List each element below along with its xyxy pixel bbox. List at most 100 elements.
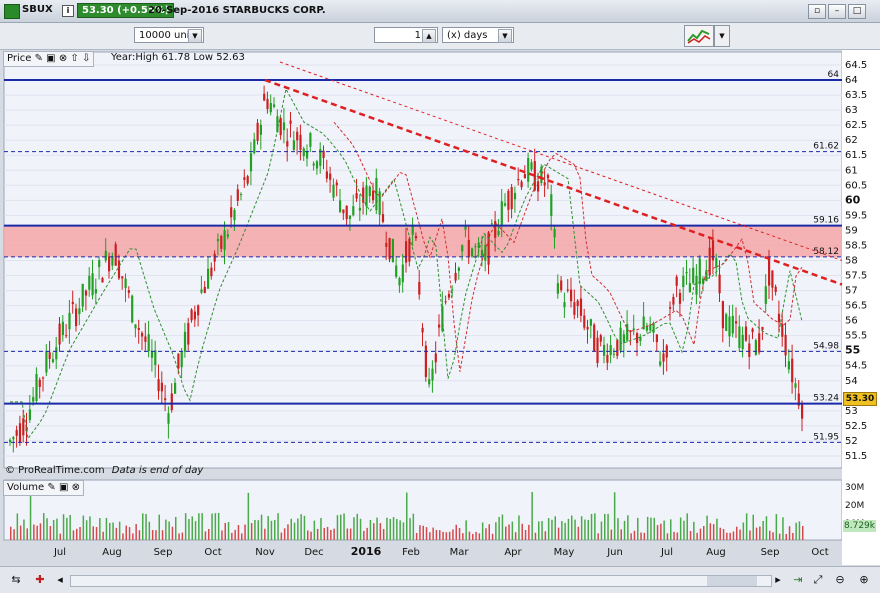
candle-body [108, 256, 111, 272]
volume-bar [293, 522, 296, 540]
volume-bar [666, 533, 669, 540]
wrench-icon[interactable]: ✎ [47, 482, 55, 493]
chart-type-icon[interactable] [684, 25, 714, 47]
volume-bar [498, 516, 500, 540]
volume-bar [392, 517, 395, 540]
chevron-down-icon[interactable]: ▼ [498, 29, 512, 43]
volume-bar [409, 518, 411, 540]
volume-bar [231, 532, 233, 540]
volume-bar [627, 515, 629, 540]
window-icon[interactable]: ▣ [46, 53, 55, 64]
candle-body [457, 267, 460, 271]
candle-body [721, 301, 724, 329]
volume-bar [561, 520, 563, 540]
status-bar: ⇆ ✚ ◂ ▸ ⇥ ⤢ ⊖ ⊕ [0, 566, 880, 593]
volume-bar [736, 526, 738, 540]
volume-bar [300, 514, 302, 540]
volume-bar [475, 531, 477, 540]
chart-icon[interactable] [4, 4, 20, 19]
candle-body [570, 289, 573, 302]
auto-scroll-icon[interactable]: ⇥ [790, 572, 806, 588]
volume-bar [227, 522, 230, 540]
candle-body [306, 151, 309, 159]
candle-body [675, 276, 678, 286]
candle-body [434, 353, 437, 363]
volume-bar [623, 520, 626, 540]
candle-body [51, 359, 55, 363]
volume-tick-label: 20M [845, 501, 864, 511]
volume-bar [369, 519, 372, 540]
candle-body [253, 139, 256, 154]
chevron-down-icon[interactable]: ▼ [714, 25, 730, 47]
candle-body [348, 215, 352, 220]
x-tick-label: Aug [102, 547, 122, 558]
price-chart[interactable]: 64 61.62 59.16 58.12 54.98 53.24 51.95 51.5 52 52… [0, 50, 880, 565]
candle-body [405, 241, 408, 263]
down-icon[interactable]: ⇩ [82, 53, 90, 64]
volume-bar [303, 515, 306, 540]
candle-body [546, 174, 550, 179]
candle-body [692, 267, 695, 284]
candle-body [81, 283, 84, 307]
up-icon[interactable]: ⇧ [70, 53, 78, 64]
candle-body [748, 343, 751, 357]
volume-bar [419, 525, 421, 540]
scroll-right-icon[interactable]: ▸ [770, 572, 786, 588]
screenshot-icon[interactable]: ⇆ [8, 572, 24, 588]
candle-body [454, 272, 457, 281]
y-tick-label: 60.5 [845, 180, 867, 191]
chart-area: 64 61.62 59.16 58.12 54.98 53.24 51.95 51.5 52 52… [0, 50, 880, 565]
volume-bar [574, 519, 576, 540]
volume-bar [323, 527, 325, 540]
volume-bar [23, 519, 25, 540]
candle-body [157, 379, 160, 392]
info-icon[interactable]: i [62, 5, 74, 17]
volume-bar [429, 532, 431, 540]
candle-body [94, 289, 97, 294]
minimize-icon[interactable]: – [828, 4, 846, 19]
volume-bar [481, 522, 484, 540]
volume-bar [165, 519, 167, 540]
candle-body [517, 178, 520, 181]
volume-bar [125, 525, 127, 540]
candle-body [352, 206, 355, 216]
title-bar: SBUX i 53.30 (+0.55%) 20-Sep-2016 STARBU… [0, 0, 880, 23]
x-tick-label: Mar [450, 547, 470, 558]
zoom-out-icon[interactable]: ⊖ [832, 572, 848, 588]
period-unit-value: (x) days [447, 30, 488, 41]
candle-body [134, 324, 137, 329]
wrench-icon[interactable]: ✎ [35, 53, 43, 64]
volume-bar [445, 532, 448, 540]
period-stepper[interactable]: 1 ▲ [374, 27, 438, 43]
window-icon[interactable]: ▣ [59, 482, 68, 493]
candle-body [645, 326, 649, 331]
candle-body [154, 350, 157, 366]
zoom-fit-icon[interactable]: ⤢ [810, 572, 826, 588]
volume-tick-label: 30M [845, 483, 864, 493]
volume-bar [597, 533, 599, 540]
spin-icon[interactable]: ▲ [422, 29, 436, 43]
period-unit-select[interactable]: (x) days ▼ [442, 27, 514, 43]
zoom-in-icon[interactable]: ⊕ [856, 572, 872, 588]
candle-body [385, 242, 388, 247]
x-tick-label: Jul [53, 547, 66, 558]
candle-body [216, 239, 220, 242]
units-select[interactable]: 10000 units ▼ [134, 27, 204, 43]
candle-body [609, 345, 612, 356]
volume-bar [571, 515, 573, 540]
chevron-down-icon[interactable]: ▼ [188, 29, 202, 43]
scrollbar-track[interactable] [70, 575, 772, 587]
candle-body [58, 323, 61, 345]
restore-icon[interactable]: ▫ [808, 4, 826, 19]
scrollbar-thumb[interactable] [707, 576, 757, 586]
close-icon[interactable]: ⊗ [59, 53, 67, 64]
volume-bar [135, 524, 137, 540]
scroll-left-icon[interactable]: ◂ [52, 572, 68, 588]
candle-body [292, 140, 295, 150]
indicator-icon[interactable]: ✚ [32, 572, 48, 588]
symbol-label[interactable]: SBUX [22, 4, 53, 15]
close-icon[interactable]: ⊗ [72, 482, 80, 493]
candle-body [144, 336, 147, 342]
maximize-icon[interactable]: □ [848, 4, 866, 19]
volume-bar [82, 515, 85, 540]
